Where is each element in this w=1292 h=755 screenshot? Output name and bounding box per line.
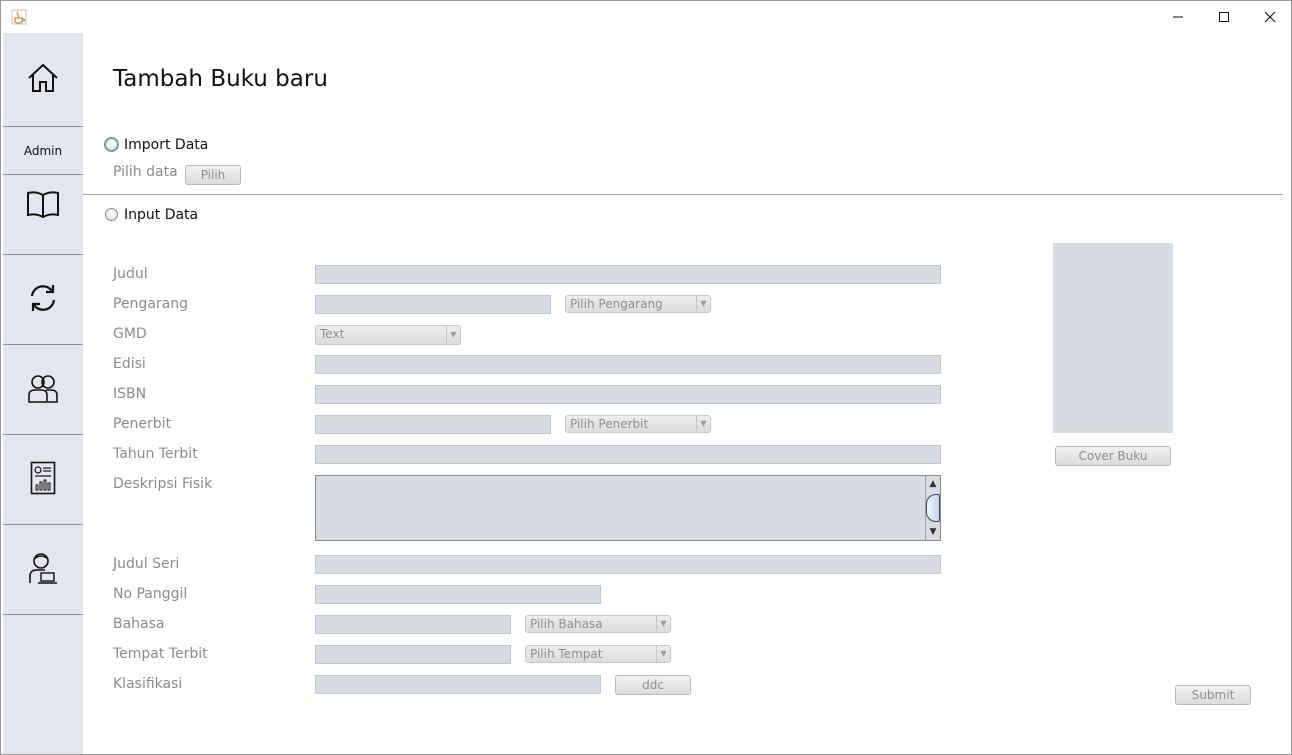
sidebar-item-circulation[interactable] [3,255,83,345]
maximize-button[interactable] [1201,1,1247,33]
pengarang-input[interactable] [315,295,551,314]
scroll-down-icon[interactable]: ▼ [926,525,940,539]
sidebar-item-reports[interactable] [3,435,83,525]
penerbit-combo[interactable]: Pilih Penerbit ▼ [565,415,711,433]
members-icon [26,372,60,408]
sidebar-item-home[interactable] [3,33,83,127]
user-laptop-icon [27,551,59,589]
tempat-terbit-label: Tempat Terbit [113,646,208,662]
edisi-input[interactable] [315,355,941,374]
minimize-button[interactable] [1155,1,1201,33]
gmd-label: GMD [113,326,147,342]
sidebar-item-profile[interactable] [3,525,83,615]
scroll-up-icon[interactable]: ▲ [926,477,940,491]
minimize-icon [1172,11,1184,23]
pengarang-combo[interactable]: Pilih Pengarang ▼ [565,295,711,313]
chevron-down-icon: ▼ [656,646,670,662]
sidebar-item-members[interactable] [3,345,83,435]
sidebar-admin: Admin [3,127,83,175]
sidebar: Admin [3,33,83,754]
tempat-terbit-input[interactable] [315,645,511,664]
tahun-terbit-input[interactable] [315,445,941,464]
isbn-input[interactable] [315,385,941,404]
klasifikasi-input[interactable] [315,675,601,694]
no-panggil-input[interactable] [315,585,601,604]
judul-seri-input[interactable] [315,555,941,574]
input-data-label: Input Data [124,207,199,223]
bahasa-label: Bahasa [113,616,165,632]
refresh-icon [27,282,59,318]
admin-label: Admin [23,143,63,158]
penerbit-combo-value: Pilih Penerbit [570,417,649,431]
cover-buku-button[interactable]: Cover Buku [1055,446,1171,466]
gmd-combo-value: Text [320,327,345,341]
pengarang-label: Pengarang [113,296,188,312]
maximize-icon [1218,11,1230,23]
import-data-radio[interactable] [105,138,118,151]
section-divider [83,194,1283,195]
submit-button[interactable]: Submit [1175,685,1251,705]
penerbit-input[interactable] [315,415,551,434]
cover-preview [1053,243,1173,433]
penerbit-label: Penerbit [113,416,172,432]
chevron-down-icon: ▼ [696,416,710,432]
klasifikasi-label: Klasifikasi [113,676,183,692]
page-title: Tambah Buku baru [113,66,328,92]
chevron-down-icon: ▼ [656,616,670,632]
tempat-combo[interactable]: Pilih Tempat ▼ [525,645,671,663]
gmd-combo[interactable]: Text ▼ [315,325,461,345]
no-panggil-label: No Panggil [113,586,188,602]
bahasa-combo[interactable]: Pilih Bahasa ▼ [525,615,671,633]
edisi-label: Edisi [113,356,146,372]
title-bar [1,1,1291,33]
close-icon [1264,11,1276,23]
main-panel: Tambah Buku baru Import Data Pilih data … [83,33,1291,754]
tempat-combo-value: Pilih Tempat [530,647,603,661]
close-button[interactable] [1247,1,1292,33]
bahasa-combo-value: Pilih Bahasa [530,617,603,631]
pengarang-combo-value: Pilih Pengarang [570,297,663,311]
bahasa-input[interactable] [315,615,511,634]
pilih-button[interactable]: Pilih [185,165,241,185]
judul-input[interactable] [315,265,941,284]
home-icon [27,63,59,97]
book-icon [26,190,60,222]
scroll-thumb[interactable] [926,494,940,522]
chevron-down-icon: ▼ [696,296,710,312]
judul-seri-label: Judul Seri [113,556,180,572]
import-data-label: Import Data [124,137,209,153]
sidebar-item-books[interactable] [3,175,83,255]
judul-label: Judul [113,266,148,282]
deskripsi-fisik-label: Deskripsi Fisik [113,476,213,492]
tahun-terbit-label: Tahun Terbit [113,446,198,462]
input-data-radio[interactable] [105,208,118,221]
chevron-down-icon: ▼ [446,326,460,344]
java-cup-icon [11,9,27,25]
pilih-data-label: Pilih data [113,164,178,180]
report-icon [30,461,56,499]
app-window: Admin Tambah Buku baru Import Data Pilih… [0,0,1292,755]
vertical-scrollbar[interactable]: ▲ ▼ [925,476,940,540]
deskripsi-fisik-textarea[interactable]: ▲ ▼ [315,475,941,541]
isbn-label: ISBN [113,386,147,402]
ddc-button[interactable]: ddc [615,675,691,695]
